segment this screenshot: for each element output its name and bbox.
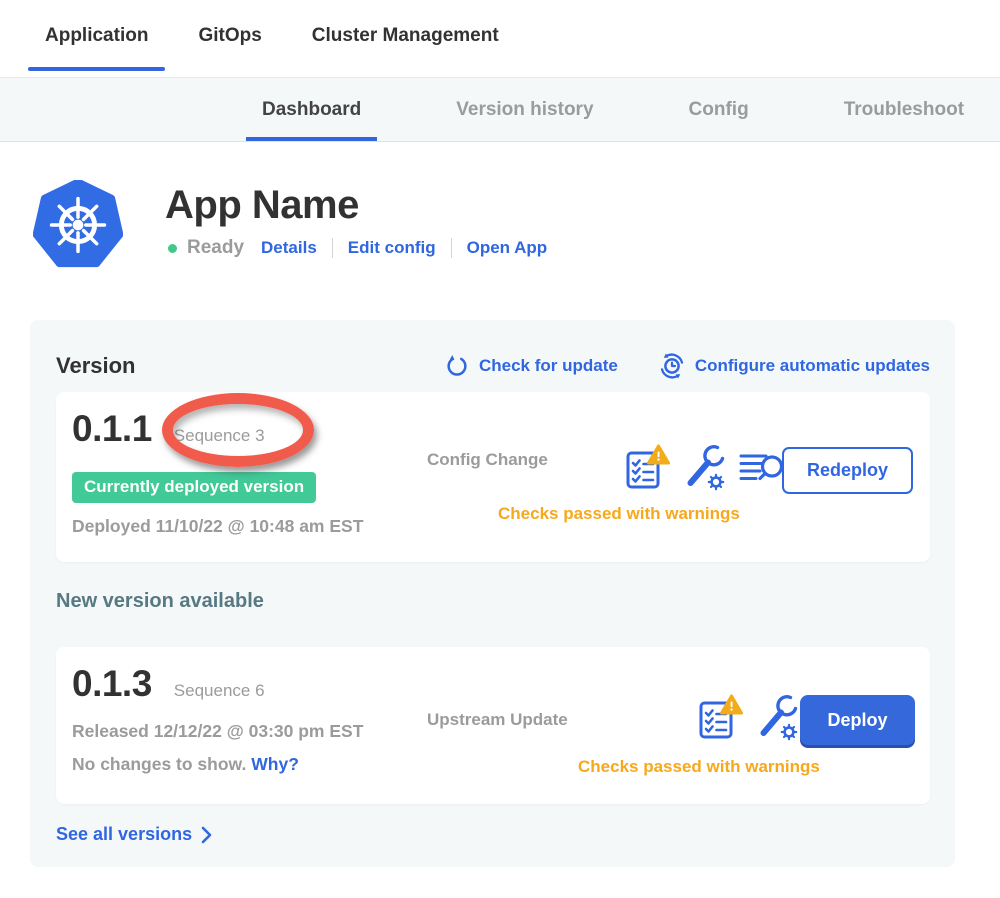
kubernetes-logo-icon xyxy=(33,180,123,270)
current-version-card: 0.1.1 Sequence 3 Currently deployed vers… xyxy=(56,392,930,562)
tab-config[interactable]: Config xyxy=(673,78,765,141)
no-changes-text: No changes to show. xyxy=(72,754,246,774)
released-timestamp: Released 12/12/22 @ 03:30 pm EST xyxy=(72,721,363,741)
available-version-sequence: Sequence 6 xyxy=(174,681,265,701)
page-title: App Name xyxy=(165,182,547,228)
currently-deployed-badge: Currently deployed version xyxy=(72,472,316,503)
edit-config-link[interactable]: Edit config xyxy=(348,238,436,258)
config-wrench-icon[interactable] xyxy=(683,443,727,491)
primary-nav: Application GitOps Cluster Management xyxy=(0,0,1000,71)
version-panel: Version Check for update Configure xyxy=(30,320,955,867)
redeploy-button[interactable]: Redeploy xyxy=(782,447,913,494)
view-files-icon[interactable] xyxy=(739,449,785,491)
tab-version-history[interactable]: Version history xyxy=(440,78,609,141)
divider xyxy=(451,238,452,258)
app-header: App Name Ready Details Edit config Open … xyxy=(33,180,1000,270)
status-dot xyxy=(168,244,177,253)
divider xyxy=(332,238,333,258)
tab-gitops[interactable]: GitOps xyxy=(181,0,278,71)
available-version-number: 0.1.3 xyxy=(72,663,152,705)
why-link[interactable]: Why? xyxy=(251,754,299,774)
current-version-sequence: Sequence 3 xyxy=(174,426,265,446)
checks-status-text: Checks passed with warnings xyxy=(578,757,820,777)
deploy-button[interactable]: Deploy xyxy=(800,695,915,745)
secondary-nav: Dashboard Version history Config Trouble… xyxy=(0,77,1000,142)
schedule-refresh-icon xyxy=(658,352,686,380)
tab-troubleshoot[interactable]: Troubleshoot xyxy=(828,78,980,141)
status-text: Ready xyxy=(187,237,244,259)
checks-status-text: Checks passed with warnings xyxy=(498,504,740,524)
available-version-card: 0.1.3 Sequence 6 Released 12/12/22 @ 03:… xyxy=(56,647,930,804)
current-version-number: 0.1.1 xyxy=(72,408,152,450)
details-link[interactable]: Details xyxy=(261,238,317,258)
new-version-heading: New version available xyxy=(56,590,930,613)
tab-cluster-management[interactable]: Cluster Management xyxy=(295,0,516,71)
preflight-checks-icon[interactable] xyxy=(698,693,744,741)
see-all-versions-link[interactable]: See all versions xyxy=(56,824,212,845)
version-source-label: Config Change xyxy=(427,450,548,470)
config-wrench-icon[interactable] xyxy=(756,693,800,741)
version-panel-title: Version xyxy=(56,353,135,379)
refresh-icon xyxy=(444,353,470,379)
version-source-label: Upstream Update xyxy=(427,710,568,730)
preflight-checks-icon[interactable] xyxy=(625,443,671,491)
open-app-link[interactable]: Open App xyxy=(467,238,548,258)
chevron-right-icon xyxy=(201,826,212,844)
tab-application[interactable]: Application xyxy=(28,0,165,71)
check-for-update-button[interactable]: Check for update xyxy=(444,353,618,379)
configure-automatic-updates-button[interactable]: Configure automatic updates xyxy=(658,352,930,380)
tab-dashboard[interactable]: Dashboard xyxy=(246,78,377,141)
